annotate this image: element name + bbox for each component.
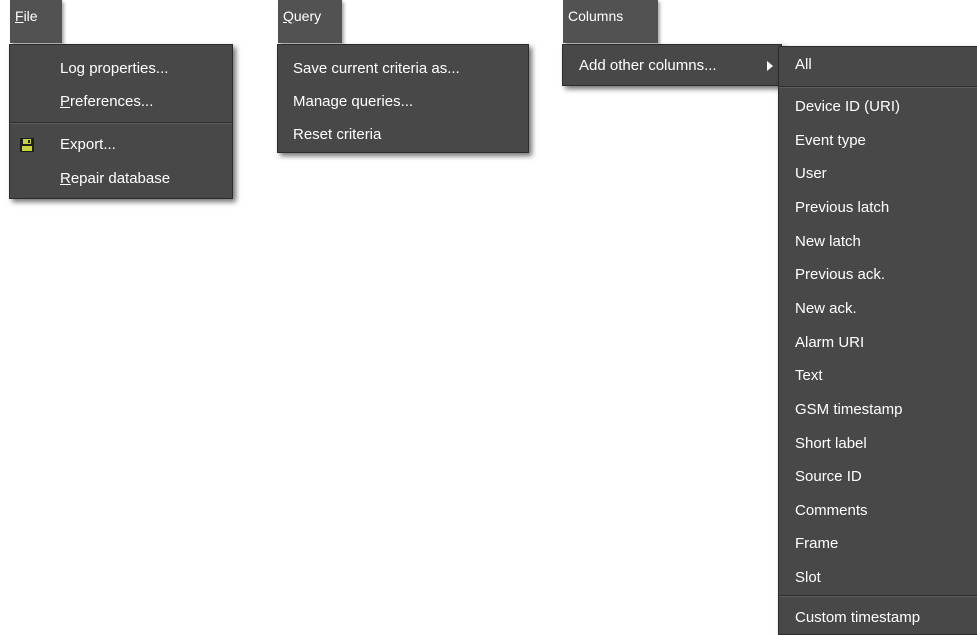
menu-item-label: Event type — [795, 131, 866, 149]
menu-item-save-criteria[interactable]: Save current criteria as... — [278, 53, 528, 85]
submenu-item-column[interactable]: Previous latch — [779, 192, 977, 224]
repair-mnemonic: R — [60, 170, 71, 187]
menu-item-label: New ack. — [795, 299, 857, 317]
menu-separator — [779, 86, 977, 88]
menu-item-label: User — [795, 165, 827, 183]
menu-item-label: references... — [70, 93, 154, 110]
menu-item-label: GSM timestamp — [795, 400, 903, 418]
query-menu: Save current criteria as... Manage queri… — [277, 44, 529, 153]
menu-tab-columns[interactable]: Columns — [563, 0, 658, 43]
submenu-item-column[interactable]: Alarm URI — [779, 327, 977, 359]
menu-tab-query[interactable]: Query — [278, 0, 342, 43]
submenu-item-all[interactable]: All — [779, 49, 977, 81]
submenu-item-custom-timestamp[interactable]: Custom timestamp — [779, 602, 977, 634]
menu-item-label: Comments — [795, 501, 868, 519]
submenu-item-column[interactable]: Frame — [779, 528, 977, 560]
columns-tab-label: Columns — [568, 8, 624, 24]
menu-item-label: Custom timestamp — [795, 609, 921, 626]
menu-separator — [779, 595, 977, 597]
menu-item-label: Manage queries... — [293, 93, 414, 110]
submenu-item-column[interactable]: Event type — [779, 125, 977, 157]
menu-item-reset-criteria[interactable]: Reset criteria — [278, 119, 528, 151]
add-columns-submenu: All Device ID (URI) Event type User Previou… — [778, 46, 977, 635]
menu-item-repair-database[interactable]: Repair database — [10, 163, 232, 195]
submenu-item-column[interactable]: GSM timestamp — [779, 394, 977, 426]
preferences-mnemonic: P — [60, 93, 71, 110]
submenu-item-column[interactable]: Slot — [779, 562, 977, 594]
menu-tab-file[interactable]: File — [10, 0, 62, 43]
save-icon — [20, 138, 34, 152]
menu-item-label: New latch — [795, 232, 861, 250]
submenu-item-column[interactable]: Source ID — [779, 461, 977, 493]
menu-item-label: Export... — [60, 136, 116, 153]
menu-item-label: Add other columns... — [579, 57, 717, 74]
submenu-item-column[interactable]: Text — [779, 360, 977, 392]
menu-item-label: Short label — [795, 434, 867, 452]
menu-item-label: epair database — [70, 170, 171, 187]
menu-item-label: Reset criteria — [293, 126, 382, 143]
submenu-item-column[interactable]: New latch — [779, 226, 977, 258]
submenu-item-column[interactable]: User — [779, 158, 977, 190]
menu-item-manage-queries[interactable]: Manage queries... — [278, 86, 528, 118]
menu-item-label: Save current criteria as... — [293, 60, 460, 77]
menu-item-label: Log properties... — [60, 60, 169, 77]
menu-item-label: Frame — [795, 535, 839, 553]
submenu-arrow-icon — [767, 61, 773, 71]
file-tab-label: ile — [23, 8, 38, 24]
menu-item-label: Source ID — [795, 468, 862, 486]
menu-separator — [10, 122, 232, 124]
file-menu: Log properties... Preferences... Export.… — [9, 44, 233, 199]
submenu-item-column[interactable]: New ack. — [779, 293, 977, 325]
menu-item-label: All — [795, 56, 812, 73]
query-mnemonic: Q — [283, 8, 294, 24]
menu-item-add-other-columns[interactable]: Add other columns... — [563, 50, 781, 82]
menu-item-label: Device ID (URI) — [795, 98, 901, 115]
menu-item-label: Previous ack. — [795, 266, 886, 284]
menu-item-preferences[interactable]: Preferences... — [10, 86, 232, 118]
submenu-item-column[interactable]: Short label — [779, 428, 977, 460]
file-mnemonic: F — [15, 8, 24, 24]
submenu-item-column[interactable]: Previous ack. — [779, 259, 977, 291]
menu-item-label: Alarm URI — [795, 333, 865, 351]
submenu-item-column[interactable]: Comments — [779, 495, 977, 527]
menu-item-label: Text — [795, 367, 823, 385]
menu-item-log-properties[interactable]: Log properties... — [10, 53, 232, 85]
query-tab-label: uery — [293, 8, 322, 24]
menu-item-label: Slot — [795, 569, 821, 587]
submenu-item-column[interactable]: Device ID (URI) — [779, 91, 977, 123]
columns-menu: Add other columns... — [562, 44, 782, 86]
menu-item-export[interactable]: Export... — [10, 129, 232, 161]
menu-item-label: Previous latch — [795, 198, 890, 216]
